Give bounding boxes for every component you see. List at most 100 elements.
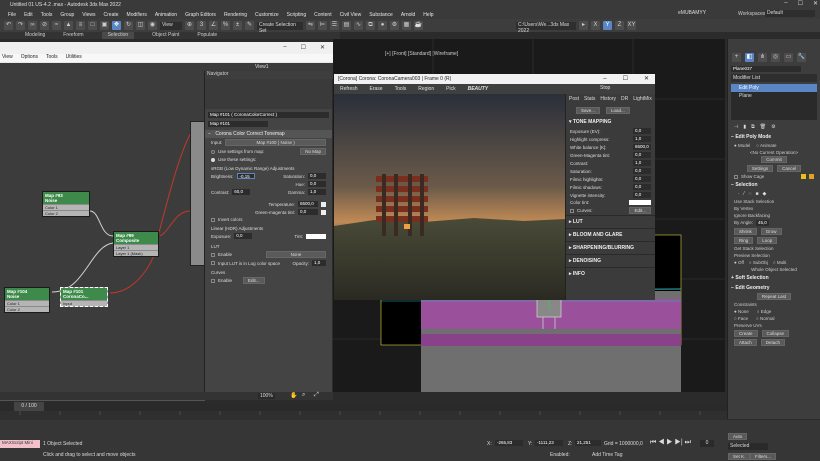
playback-controls[interactable]: ⏮ ◀ ▶ ▶| ⏭ <box>650 439 691 447</box>
menu-item[interactable]: Tools <box>41 12 53 18</box>
shrink-button[interactable]: Shrink <box>734 228 757 235</box>
attach-button[interactable]: Attach <box>734 339 757 346</box>
vfb-tool-button[interactable]: Erase <box>370 86 383 92</box>
key-filters-button[interactable]: Filters... <box>750 453 777 460</box>
percent-snap-icon[interactable]: % <box>221 21 230 30</box>
corona-cc-rollout[interactable]: − Corona Color Correct Tonemap <box>205 130 332 138</box>
tm-value-field[interactable]: 6500,0 <box>633 144 651 150</box>
time-slider[interactable]: 0 / 100 <box>0 402 727 411</box>
constraint-normal-radio[interactable]: ○ Normal <box>756 316 774 321</box>
by-angle-field[interactable]: 45,0 <box>756 220 769 226</box>
render-image[interactable] <box>334 94 565 300</box>
vfb-tool-button[interactable]: Refresh <box>340 86 358 92</box>
ribbon-tab[interactable]: Object Paint <box>152 32 179 39</box>
menu-item[interactable]: Scripting <box>287 12 306 18</box>
user-account[interactable]: eMUBAMYY <box>678 10 706 16</box>
map-name-field[interactable]: Map #101 <box>208 121 268 127</box>
node-map-104[interactable]: Map #104 Noise Color 1 Color 2 <box>4 287 50 313</box>
edit-geometry-section[interactable]: − Edit Geometry <box>728 283 820 293</box>
schematic-icon[interactable]: ⧉ <box>366 21 375 30</box>
vertex-icon[interactable]: · <box>738 191 740 197</box>
vfb-tab[interactable]: LightMix <box>633 96 652 102</box>
brightness-field[interactable]: -0,15 <box>236 173 255 179</box>
vfb-section[interactable]: ▸ BLOOM AND GLARE <box>566 228 655 241</box>
axis-xy-icon[interactable]: XY <box>627 21 636 30</box>
color-tint-swatch[interactable] <box>629 200 651 205</box>
tm-value-field[interactable]: 0,0 <box>633 128 651 134</box>
tm-value-field[interactable]: 0,0 <box>633 152 651 158</box>
bind-icon[interactable]: ≈ <box>52 21 61 30</box>
show-end-icon[interactable]: ▮ <box>743 124 746 130</box>
gm-tint-swatch[interactable] <box>321 209 326 215</box>
undo-icon[interactable]: ↶ <box>4 21 13 30</box>
vfb-section[interactable]: ▸ INFO <box>566 267 655 280</box>
menu-item[interactable]: Edit <box>24 12 33 18</box>
axis-z-icon[interactable]: Z <box>615 21 624 30</box>
snap-icon[interactable]: 3 <box>197 21 206 30</box>
vfb-section[interactable]: ▸ SHARPENING/BLURRING <box>566 241 655 254</box>
link-icon[interactable]: ∞ <box>28 21 37 30</box>
show-cage-checkbox[interactable] <box>734 174 738 179</box>
minimize-icon[interactable]: – <box>784 0 787 7</box>
detach-button[interactable]: Detach <box>760 339 786 346</box>
vfb-tab[interactable]: History <box>600 96 616 102</box>
vfb-tab[interactable]: Stats <box>584 96 595 102</box>
sme-maximize-icon[interactable]: ☐ <box>301 44 306 51</box>
vfb-save-button[interactable]: Save... <box>576 107 601 114</box>
hierarchy-tab-icon[interactable]: ⋔ <box>758 53 767 62</box>
zoom-field[interactable]: 100% <box>258 393 275 399</box>
modifier-list-dropdown[interactable]: Modifier List <box>731 74 817 82</box>
render-icon[interactable]: ☕ <box>414 21 423 30</box>
node-slot[interactable]: Input <box>61 300 107 306</box>
modify-tab-icon[interactable]: ◧ <box>745 53 754 62</box>
menu-item[interactable]: Help <box>423 12 433 18</box>
x-coord-field[interactable]: -265,83 <box>495 440 523 446</box>
auto-key-button[interactable]: Auto <box>728 433 748 440</box>
preview-multi-radio[interactable]: ○ Multi <box>773 260 786 265</box>
maximize-icon[interactable]: ☐ <box>798 0 803 7</box>
scene-explorer-icon[interactable]: ▤ <box>342 21 351 30</box>
utilities-tab-icon[interactable]: 🔧 <box>797 53 806 62</box>
settings-button[interactable]: Settings <box>746 165 774 172</box>
vfb-tool-button[interactable]: BEAUTY <box>468 86 489 92</box>
spinner-snap-icon[interactable]: ± <box>233 21 242 30</box>
stack-item-plane[interactable]: Plane <box>731 92 817 100</box>
tint-swatch[interactable] <box>306 233 326 239</box>
sme-menu-item[interactable]: Options <box>21 54 38 62</box>
menu-item[interactable]: Customize <box>255 12 279 18</box>
redo-icon[interactable]: ↷ <box>16 21 25 30</box>
saturation-field[interactable]: 0,0 <box>308 173 326 179</box>
tm-value-field[interactable]: 1,0 <box>633 136 651 142</box>
axis-y-icon[interactable]: Y <box>603 21 612 30</box>
cage-color-swatch-2[interactable] <box>809 174 814 179</box>
gm-tint-field[interactable]: 0,0 <box>298 209 318 215</box>
ribbon-tab[interactable]: Populate <box>197 32 217 39</box>
make-unique-icon[interactable]: ⧉ <box>751 124 755 130</box>
window-crossing-icon[interactable]: ▣ <box>100 21 109 30</box>
lut-log-checkbox[interactable] <box>211 261 215 265</box>
menu-item[interactable]: Content <box>314 12 332 18</box>
menu-item[interactable]: Group <box>60 12 74 18</box>
temperature-swatch[interactable] <box>321 201 326 207</box>
tm-value-field[interactable]: 0,0 <box>633 184 651 190</box>
repeat-last-button[interactable]: Repeat Last <box>756 293 792 300</box>
lut-file-button[interactable]: None <box>266 251 326 258</box>
cage-color-swatch[interactable] <box>801 174 806 179</box>
ignore-backfacing[interactable]: Ignore Backfacing <box>728 212 820 219</box>
tm-value-field[interactable]: 0,0 <box>633 192 651 198</box>
ring-button[interactable]: Ring <box>734 237 754 244</box>
sme-menu-item[interactable]: View <box>2 54 13 62</box>
project-folder-icon[interactable]: ▸ <box>579 21 588 30</box>
menu-item[interactable]: Create <box>104 12 119 18</box>
edit-named-sel-icon[interactable]: ✎ <box>245 21 254 30</box>
scale-icon[interactable]: ◫ <box>136 21 145 30</box>
node-slot[interactable]: Color 2 <box>43 210 89 216</box>
node-slot[interactable]: Color 2 <box>5 306 49 312</box>
navigator-panel[interactable] <box>205 79 332 109</box>
vfb-curves-edit-button[interactable]: Edit... <box>629 207 651 214</box>
pivot-icon[interactable]: ⊕ <box>185 21 194 30</box>
menu-item[interactable]: Views <box>82 12 95 18</box>
tm-value-field[interactable]: 0,0 <box>633 168 651 174</box>
curves-enable-checkbox[interactable] <box>211 278 215 283</box>
preview-subobj-radio[interactable]: ○ SubObj <box>749 260 768 265</box>
